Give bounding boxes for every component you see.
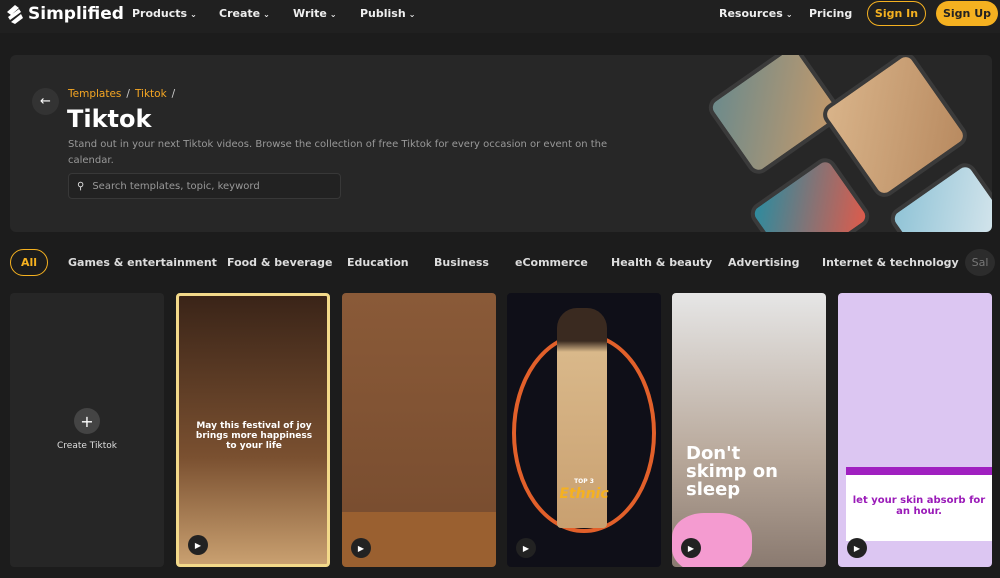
page-description: Stand out in your next Tiktok videos. Br… [68,139,608,166]
chevron-down-icon: ⌄ [785,10,793,19]
tab-food-beverage[interactable]: Food & beverage [227,249,332,276]
play-icon[interactable]: ▶ [188,535,208,555]
play-icon[interactable]: ▶ [351,538,371,558]
search-input[interactable]: ⚲ Search templates, topic, keyword [68,173,341,199]
tabs-scroll-right-button[interactable]: Sal [965,249,995,276]
tab-business[interactable]: Business [434,249,489,276]
tab-health-beauty[interactable]: Health & beauty [611,249,712,276]
brand-logo[interactable]: Simplified [5,4,124,24]
chevron-down-icon: ⌄ [190,10,197,19]
template-card[interactable]: let your skin absorb for an hour. ▶ [838,293,992,567]
category-tabs: All Games & entertainment Food & beverag… [10,249,1000,277]
top-nav: Simplified Products ⌄ Create ⌄ Write ⌄ Publ… [0,0,1000,33]
menu-resources[interactable]: Resources ⌄ [719,7,793,20]
plus-icon: + [74,408,100,434]
hero-illustration [700,55,992,232]
template-card[interactable]: Don't skimp on sleep ▶ [672,293,826,567]
breadcrumb: Templates / Tiktok / [68,88,176,100]
hero-banner: ← Templates / Tiktok / Tiktok Stand out in … [10,55,992,232]
menu-products[interactable]: Products ⌄ [132,7,197,20]
tab-ecommerce[interactable]: eCommerce [515,249,588,276]
menu-publish[interactable]: Publish ⌄ [360,7,415,20]
arrow-left-icon: ← [40,94,51,109]
back-button[interactable]: ← [32,88,59,115]
tab-games-entertainment[interactable]: Games & entertainment [68,249,217,276]
tab-education[interactable]: Education [347,249,409,276]
tab-advertising[interactable]: Advertising [728,249,800,276]
play-icon[interactable]: ▶ [847,538,867,558]
chevron-down-icon: ⌄ [329,10,337,19]
sign-in-button[interactable]: Sign In [867,1,926,26]
tab-all[interactable]: All [10,249,49,276]
sign-up-button[interactable]: Sign Up [936,1,998,26]
chevron-down-icon: ⌄ [263,10,270,19]
breadcrumb-templates[interactable]: Templates [68,88,121,100]
breadcrumb-tiktok[interactable]: Tiktok [135,88,167,100]
template-card[interactable]: ▶ [342,293,496,567]
chevron-down-icon: ⌄ [408,10,416,19]
menu-create[interactable]: Create ⌄ [219,7,270,20]
menu-write[interactable]: Write ⌄ [293,7,337,20]
create-tiktok-card[interactable]: + Create Tiktok [10,293,164,567]
menu-pricing[interactable]: Pricing [809,7,852,20]
template-card[interactable]: TOP 3 Ethnic ▶ [507,293,661,567]
tab-internet-technology[interactable]: Internet & technology [822,249,959,276]
simplified-logo-icon [7,5,23,24]
template-card[interactable]: May this festival of joy brings more hap… [176,293,330,567]
search-icon: ⚲ [77,180,85,192]
play-icon[interactable]: ▶ [681,538,701,558]
page-title: Tiktok [67,105,152,133]
play-icon[interactable]: ▶ [516,538,536,558]
